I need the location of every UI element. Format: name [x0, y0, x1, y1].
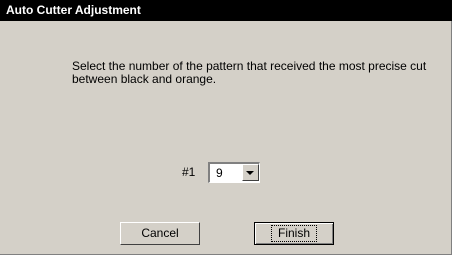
finish-button[interactable]: Finish	[254, 222, 334, 245]
dropdown-button[interactable]	[242, 164, 259, 181]
window-title: Auto Cutter Adjustment	[6, 3, 141, 17]
pattern-select[interactable]: 9	[208, 162, 260, 183]
pattern-select-value: 9	[216, 166, 223, 180]
chevron-down-icon	[246, 171, 254, 175]
cancel-button-label: Cancel	[141, 226, 179, 240]
cancel-button[interactable]: Cancel	[120, 222, 200, 245]
instruction-text: Select the number of the pattern that re…	[72, 59, 427, 86]
title-bar[interactable]: Auto Cutter Adjustment	[0, 0, 452, 21]
finish-button-label: Finish	[270, 225, 317, 242]
pattern-label: #1	[182, 165, 196, 179]
dialog-window: Auto Cutter Adjustment Select the number…	[0, 0, 452, 255]
